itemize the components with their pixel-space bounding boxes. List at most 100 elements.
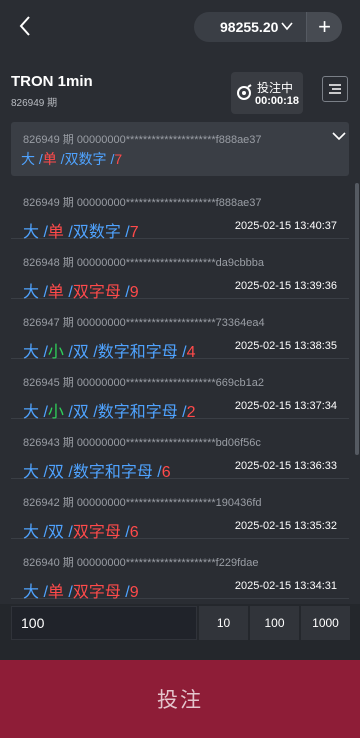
result-separator: / [56,151,65,167]
result-token: 大 [21,151,35,167]
top-bar: 98255.20 + [0,0,360,56]
result-separator: / [63,404,73,421]
result-separator: / [88,344,98,361]
result-separator: / [120,224,130,241]
row-date: 2025-02-15 13:36:33 [234,460,337,472]
result-separator: / [35,151,43,167]
result-separator: / [39,284,48,301]
result-token: 双 [47,464,64,481]
result-separator: / [63,584,73,601]
bet-status-label: 投注中 [257,81,294,95]
result-token: 7 [129,224,139,241]
row-result: 大 /双 /双字母 /6 [23,518,139,542]
history-row: 826949 期 00000000*********************f8… [11,180,349,242]
result-token: 4 [186,344,196,361]
result-token: 单 [47,284,64,301]
chip-10-button[interactable]: 10 [199,606,248,640]
countdown: 00:00:18 [255,95,300,107]
latest-result-values: 大 /单 /双数字 /7 [21,149,122,169]
result-separator: / [63,464,73,481]
balance-selector[interactable]: 98255.20 + [194,12,342,42]
result-token: 单 [42,151,57,167]
result-separator: / [39,404,48,421]
deposit-plus-button[interactable]: + [306,12,342,42]
result-token: 大 [23,464,40,481]
result-token: 大 [23,344,40,361]
result-separator: / [39,224,48,241]
result-token: 双字母 [72,524,121,541]
bet-amount-input[interactable]: 100 [11,606,197,640]
history-row: 826940 期 00000000*********************f2… [11,540,349,602]
balance-amount: 98255.20 [220,19,279,35]
result-token: 小 [47,404,64,421]
result-token: 双 [47,524,64,541]
result-separator: / [120,524,130,541]
chip-1000-button[interactable]: 1000 [301,606,350,640]
row-meta: 826948 期 00000000*********************da… [23,257,264,269]
result-separator: / [177,404,187,421]
menu-icon[interactable] [322,76,348,102]
result-token: 双字母 [72,584,121,601]
result-token: 双数字 [72,224,121,241]
result-separator: / [63,524,73,541]
result-token: 大 [23,404,40,421]
chip-100-button[interactable]: 100 [250,606,299,640]
result-token: 大 [23,284,40,301]
row-result: 大 /单 /双字母 /9 [23,278,139,302]
row-result: 大 /单 /双字母 /9 [23,578,139,602]
row-result: 大 /双 /数字和字母 /6 [23,458,171,482]
current-period: 826949 期 [11,98,58,109]
expand-chevron-icon[interactable] [331,128,347,149]
history-list[interactable]: 826949 期 00000000*********************f8… [11,180,349,605]
result-token: 数字和字母 [97,404,178,421]
history-row: 826942 期 00000000*********************19… [11,480,349,542]
chevron-down-icon [280,19,294,38]
result-token: 双字母 [72,284,121,301]
result-separator: / [39,344,48,361]
latest-result-panel[interactable]: 826949 期 00000000*********************f8… [11,122,349,176]
row-result: 大 /单 /双数字 /7 [23,218,139,242]
result-token: 9 [129,584,139,601]
bet-timer: 投注中 00:00:18 [231,72,303,114]
result-token: 6 [161,464,171,481]
result-token: 数字和字母 [97,344,178,361]
result-token: 双 [72,404,89,421]
result-separator: / [120,584,130,601]
result-separator: / [63,224,73,241]
back-arrow-icon[interactable] [14,14,38,38]
row-date: 2025-02-15 13:34:31 [234,580,337,592]
row-result: 大 /小 /双 /数字和字母 /4 [23,338,196,362]
row-date: 2025-02-15 13:35:32 [234,520,337,532]
row-date: 2025-02-15 13:39:36 [234,280,337,292]
result-separator: / [39,584,48,601]
result-token: 9 [129,284,139,301]
row-meta: 826940 期 00000000*********************f2… [23,557,259,569]
place-bet-button[interactable]: 投注 [0,660,360,738]
result-token: 数字和字母 [72,464,153,481]
history-scrollbar[interactable] [355,183,359,455]
history-row: 826947 期 00000000*********************73… [11,300,349,362]
row-result: 大 /小 /双 /数字和字母 /2 [23,398,196,422]
result-token: 2 [186,404,196,421]
result-separator: / [88,404,98,421]
row-meta: 826943 期 00000000*********************bd… [23,437,261,449]
row-meta: 826949 期 00000000*********************f8… [23,197,262,209]
result-token: 单 [47,224,64,241]
result-token: 6 [129,524,139,541]
row-date: 2025-02-15 13:40:37 [234,220,337,232]
row-meta: 826947 期 00000000*********************73… [23,317,265,329]
result-token: 双数字 [64,151,107,167]
result-separator: / [152,464,162,481]
game-title: TRON 1min [11,73,93,90]
result-token: 大 [23,524,40,541]
result-separator: / [63,284,73,301]
row-date: 2025-02-15 13:37:34 [234,400,337,412]
result-separator: / [63,344,73,361]
result-separator: / [39,524,48,541]
history-row: 826948 期 00000000*********************da… [11,240,349,302]
result-token: 双 [72,344,89,361]
row-meta: 826942 期 00000000*********************19… [23,497,262,509]
result-separator: / [120,284,130,301]
result-token: 7 [114,151,123,167]
result-token: 大 [23,584,40,601]
